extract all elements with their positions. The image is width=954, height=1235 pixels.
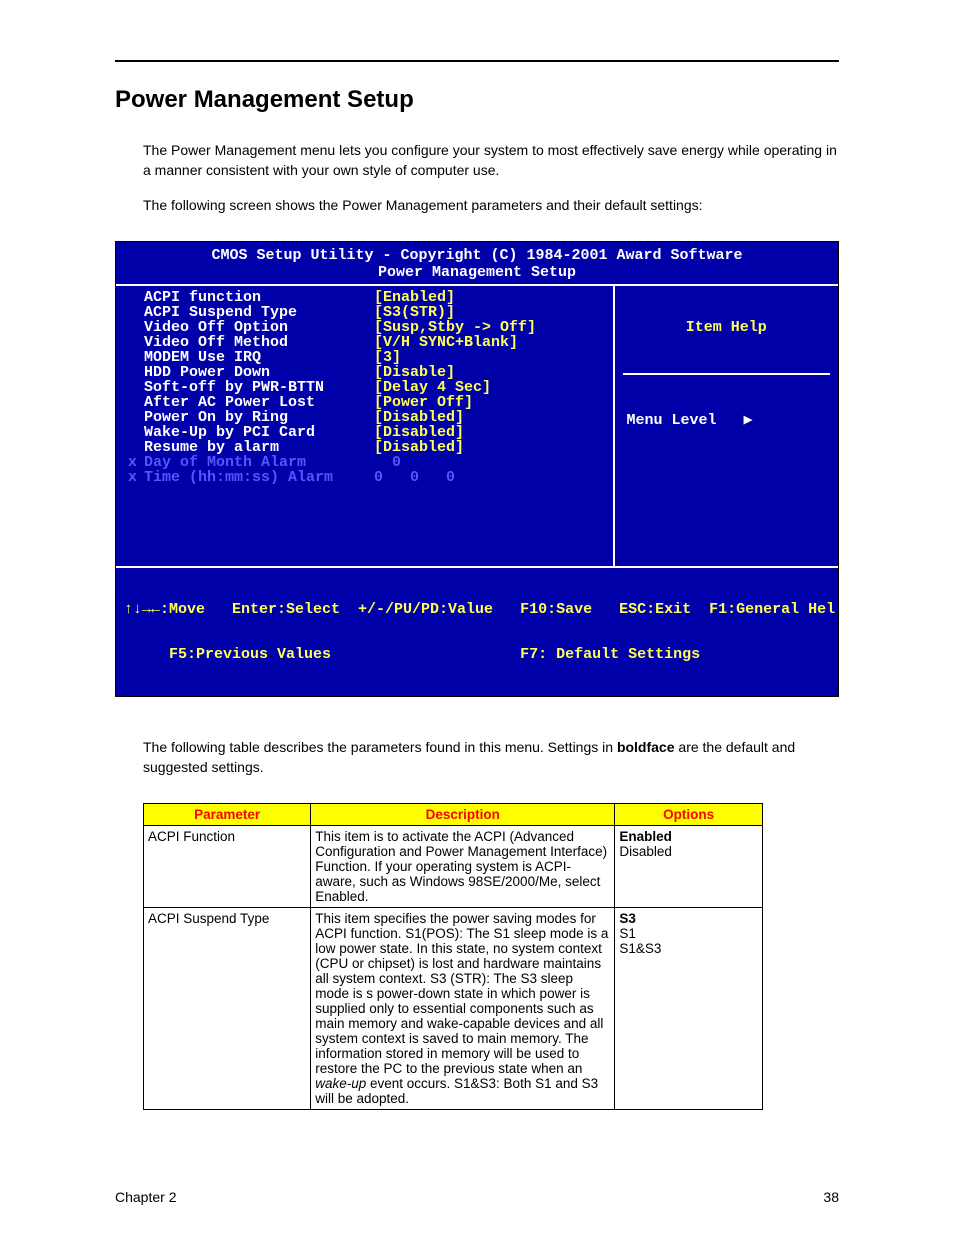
bios-row-label: Day of Month Alarm	[144, 455, 374, 470]
bios-row-prefix	[128, 305, 144, 320]
bios-help-title: Item Help	[623, 320, 830, 343]
bios-row-prefix	[128, 410, 144, 425]
cell-description: This item specifies the power saving mod…	[311, 908, 615, 1110]
top-rule	[115, 60, 839, 62]
bios-setting-row: Video Off Method[V/H SYNC+Blank]	[128, 335, 605, 350]
cell-description: This item is to activate the ACPI (Advan…	[311, 826, 615, 908]
bios-row-label: ACPI function	[144, 290, 374, 305]
intro-para-2: The following screen shows the Power Man…	[143, 195, 839, 215]
bios-hint-line-1: ↑↓→←:Move Enter:Select +/-/PU/PD:Value F…	[124, 602, 830, 617]
body-text: The Power Management menu lets you confi…	[143, 140, 839, 215]
bios-setting-row: ACPI function[Enabled]	[128, 290, 605, 305]
bios-row-prefix	[128, 320, 144, 335]
bios-setting-row: Video Off Option[Susp,Stby -> Off]	[128, 320, 605, 335]
th-options: Options	[615, 804, 763, 826]
page-footer: Chapter 2 38	[115, 1189, 839, 1205]
page: Power Management Setup The Power Managem…	[0, 0, 954, 1235]
option-value: S1&S3	[619, 941, 758, 956]
bios-row-label: Resume by alarm	[144, 440, 374, 455]
bios-row-label: MODEM Use IRQ	[144, 350, 374, 365]
cell-parameter: ACPI Suspend Type	[144, 908, 311, 1110]
bios-row-value: [S3(STR)]	[374, 305, 455, 320]
bios-setting-row: After AC Power Lost[Power Off]	[128, 395, 605, 410]
bios-row-value: [V/H SYNC+Blank]	[374, 335, 518, 350]
bios-row-label: ACPI Suspend Type	[144, 305, 374, 320]
bios-setting-row: Power On by Ring[Disabled]	[128, 410, 605, 425]
bios-row-prefix	[128, 335, 144, 350]
bios-row-prefix	[128, 440, 144, 455]
bios-row-label: Time (hh:mm:ss) Alarm	[144, 470, 374, 485]
bios-row-value: [Power Off]	[374, 395, 473, 410]
page-title: Power Management Setup	[115, 86, 839, 114]
bios-row-label: After AC Power Lost	[144, 395, 374, 410]
table-header-row: Parameter Description Options	[144, 804, 763, 826]
table-intro: The following table describes the parame…	[143, 737, 839, 778]
bios-row-label: Video Off Method	[144, 335, 374, 350]
bios-title: CMOS Setup Utility - Copyright (C) 1984-…	[116, 242, 838, 265]
bios-hint-line-2: F5:Previous Values F7: Default Settings	[124, 647, 830, 662]
bios-setting-row: xDay of Month Alarm 0	[128, 455, 605, 470]
bios-row-value: [Disabled]	[374, 425, 464, 440]
bios-row-label: HDD Power Down	[144, 365, 374, 380]
bios-row-value: [Susp,Stby -> Off]	[374, 320, 536, 335]
th-parameter: Parameter	[144, 804, 311, 826]
bios-row-label: Power On by Ring	[144, 410, 374, 425]
bios-screenshot: CMOS Setup Utility - Copyright (C) 1984-…	[115, 241, 839, 697]
bios-row-prefix	[128, 290, 144, 305]
bios-row-prefix	[128, 350, 144, 365]
bios-row-value: [Enabled]	[374, 290, 455, 305]
bios-setting-row: xTime (hh:mm:ss) Alarm0 0 0	[128, 470, 605, 485]
bios-setting-row: MODEM Use IRQ[3]	[128, 350, 605, 365]
table-row: ACPI FunctionThis item is to activate th…	[144, 826, 763, 908]
cell-options: EnabledDisabled	[615, 826, 763, 908]
bios-setting-row: HDD Power Down[Disable]	[128, 365, 605, 380]
bios-row-prefix	[128, 395, 144, 410]
parameter-table: Parameter Description Options ACPI Funct…	[143, 803, 763, 1110]
cell-parameter: ACPI Function	[144, 826, 311, 908]
bios-subtitle: Power Management Setup	[116, 265, 838, 284]
bios-row-value: [Delay 4 Sec]	[374, 380, 491, 395]
bios-panes: ACPI function[Enabled] ACPI Suspend Type…	[116, 284, 838, 568]
bios-setting-row: Soft-off by PWR-BTTN[Delay 4 Sec]	[128, 380, 605, 395]
bios-row-value: [Disabled]	[374, 440, 464, 455]
bios-setting-row: Resume by alarm[Disabled]	[128, 440, 605, 455]
bios-row-prefix	[128, 365, 144, 380]
table-intro-bold: boldface	[617, 739, 675, 755]
footer-left: Chapter 2	[115, 1189, 176, 1205]
bios-setting-row: ACPI Suspend Type[S3(STR)]	[128, 305, 605, 320]
bios-right-pane: Item Help Menu Level ▶	[615, 286, 838, 566]
table-intro-pre: The following table describes the parame…	[143, 739, 617, 755]
cell-options: S3S1S1&S3	[615, 908, 763, 1110]
bios-row-value: [3]	[374, 350, 401, 365]
bios-row-label: Soft-off by PWR-BTTN	[144, 380, 374, 395]
bios-row-value: 0 0 0	[374, 470, 455, 485]
th-description: Description	[311, 804, 615, 826]
bios-row-prefix: x	[128, 455, 144, 470]
bios-row-label: Wake-Up by PCI Card	[144, 425, 374, 440]
bios-row-prefix: x	[128, 470, 144, 485]
table-row: ACPI Suspend TypeThis item specifies the…	[144, 908, 763, 1110]
bios-setting-row: Wake-Up by PCI Card[Disabled]	[128, 425, 605, 440]
option-value: S3	[619, 911, 758, 926]
option-value: Enabled	[619, 829, 758, 844]
intro-para-1: The Power Management menu lets you confi…	[143, 140, 839, 181]
option-value: Disabled	[619, 844, 758, 859]
bios-left-pane: ACPI function[Enabled] ACPI Suspend Type…	[116, 286, 615, 566]
bios-row-value: 0	[374, 455, 401, 470]
bios-row-value: [Disable]	[374, 365, 455, 380]
bios-row-label: Video Off Option	[144, 320, 374, 335]
bios-row-value: [Disabled]	[374, 410, 464, 425]
bios-menu-level: Menu Level ▶	[623, 405, 830, 436]
option-value: S1	[619, 926, 758, 941]
bios-bottom-hints: ↑↓→←:Move Enter:Select +/-/PU/PD:Value F…	[116, 568, 838, 696]
footer-right: 38	[823, 1189, 839, 1205]
bios-row-prefix	[128, 380, 144, 395]
bios-row-prefix	[128, 425, 144, 440]
